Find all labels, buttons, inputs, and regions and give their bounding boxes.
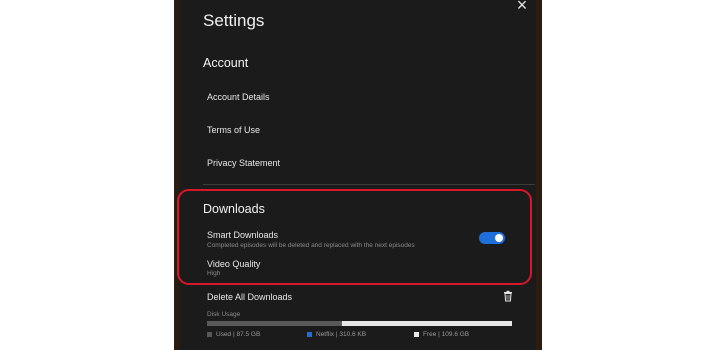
privacy-statement-link[interactable]: Privacy Statement xyxy=(207,158,280,168)
legend-free-text: Free | 109.6 GB xyxy=(423,331,470,338)
delete-all-downloads-button[interactable]: Delete All Downloads xyxy=(207,292,292,302)
free-swatch xyxy=(414,332,419,337)
downloads-highlight-box xyxy=(177,189,532,285)
legend-used: Used | 87.5 GB xyxy=(207,331,260,338)
disk-usage-used-segment xyxy=(207,321,341,326)
disk-usage-bar xyxy=(207,321,512,326)
account-heading: Account xyxy=(203,56,249,70)
legend-used-text: Used | 87.5 GB xyxy=(216,331,261,338)
disk-usage-label: Disk Usage xyxy=(207,311,241,318)
terms-of-use-link[interactable]: Terms of Use xyxy=(207,125,260,135)
netflix-swatch xyxy=(307,332,312,337)
legend-netflix: Netflix | 310.6 KB xyxy=(307,331,366,338)
disk-usage-free-segment xyxy=(341,321,512,326)
legend-free: Free | 109.6 GB xyxy=(414,331,469,338)
settings-panel: × Settings Account Account Details Terms… xyxy=(180,0,536,350)
page-title: Settings xyxy=(203,11,265,30)
close-icon[interactable]: × xyxy=(514,0,530,14)
account-details-link[interactable]: Account Details xyxy=(207,92,270,102)
legend-netflix-text: Netflix | 310.6 KB xyxy=(316,331,367,338)
trash-icon[interactable] xyxy=(502,290,514,302)
section-divider xyxy=(203,184,535,185)
used-swatch xyxy=(207,332,212,337)
